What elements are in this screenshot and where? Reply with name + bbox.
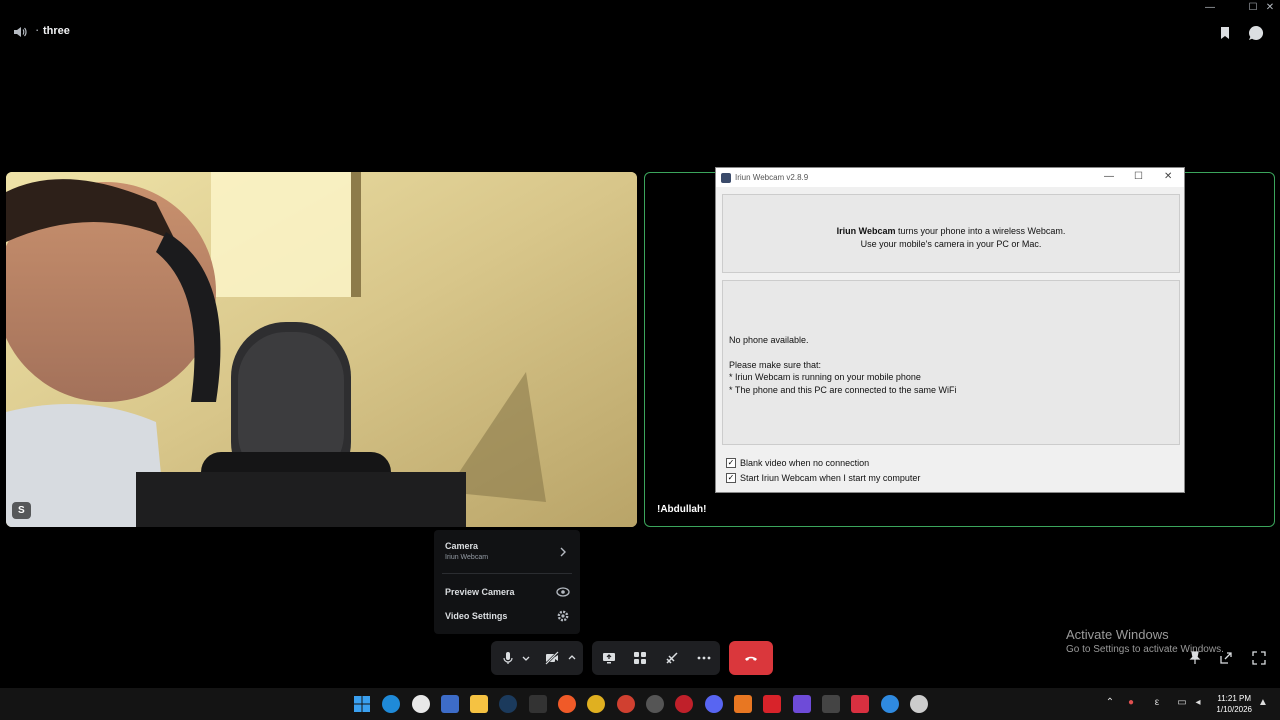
tile-label-remote: !Abdullah! (651, 501, 713, 518)
chrome-alt-icon[interactable] (617, 695, 635, 713)
bookmark-icon[interactable] (1216, 24, 1234, 42)
microphone-icon[interactable] (500, 650, 516, 666)
iriun-minimize-icon[interactable]: — (1104, 171, 1114, 182)
eye-icon[interactable] (556, 585, 570, 599)
tray-clock[interactable]: 11:21 PM 1/10/2026 (1216, 693, 1252, 715)
iriun-bullet-2: * The phone and this PC are connected to… (729, 384, 957, 395)
tray-date: 1/10/2026 (1216, 705, 1252, 714)
maximize-icon[interactable]: ☐ (1246, 2, 1260, 14)
start-on-boot-option[interactable]: ✓ Start Iriun Webcam when I start my com… (726, 473, 920, 483)
channel-dot: · (35, 22, 40, 37)
chat-icon[interactable] (1247, 24, 1265, 42)
start-on-boot-checkbox[interactable]: ✓ (726, 473, 736, 483)
close-icon[interactable]: ✕ (1263, 2, 1277, 14)
phone-hangup-icon (745, 656, 757, 661)
app-icon-purple[interactable] (793, 695, 811, 713)
tile-label-self: S (12, 502, 31, 519)
tray-volume-icon[interactable]: ◂ (1191, 697, 1205, 711)
discord-icon[interactable] (705, 695, 723, 713)
iriun-intro-line2: Use your mobile's camera in your PC or M… (860, 239, 1042, 249)
iriun-taskbar-icon[interactable] (910, 695, 928, 713)
camera-popup-menu: Camera Iriun Webcam Preview Camera Video… (434, 530, 580, 634)
iriun-maximize-icon[interactable]: ☐ (1134, 171, 1143, 182)
channel-name[interactable]: three (43, 25, 70, 37)
file-explorer-icon[interactable] (470, 695, 488, 713)
opera-icon[interactable] (675, 695, 693, 713)
iriun-window-title: Iriun Webcam v2.8.9 (735, 173, 809, 182)
video-tile-self[interactable]: S (6, 172, 637, 527)
gear-icon[interactable] (556, 609, 570, 623)
chevron-right-icon[interactable] (556, 545, 570, 559)
app-icon-dark[interactable] (822, 695, 840, 713)
disconnect-button[interactable] (729, 641, 773, 675)
iriun-intro-text: turns your phone into a wireless Webcam. (895, 226, 1066, 236)
app-icon-crimson[interactable] (851, 695, 869, 713)
iriun-webcam-window: Iriun Webcam v2.8.9 — ☐ ✕ Iriun Webcam t… (715, 167, 1185, 493)
app-icon-red[interactable] (763, 695, 781, 713)
iriun-brand: Iriun Webcam (836, 226, 896, 236)
camera-off-icon[interactable] (544, 650, 560, 666)
chrome-icon[interactable] (587, 695, 605, 713)
windows-taskbar: ⌃ ● ε ▭ ◂ 11:21 PM 1/10/2026 ▲ (0, 688, 1280, 720)
screen-share-icon[interactable] (601, 650, 617, 666)
steam-icon[interactable] (499, 695, 517, 713)
iriun-status-panel: No phone available. Please make sure tha… (722, 280, 1180, 445)
app-icon-blue[interactable] (881, 695, 899, 713)
iriun-close-icon[interactable]: ✕ (1164, 171, 1172, 182)
notifications-icon[interactable]: ▲ (1256, 697, 1270, 711)
call-header: · three — ☐ ✕ (0, 0, 1280, 64)
av-controls (491, 641, 583, 675)
camera-menu-item[interactable]: Camera (445, 541, 478, 551)
activate-windows-title: Activate Windows (1066, 627, 1169, 642)
soundboard-icon[interactable] (664, 650, 680, 666)
tray-network-icon[interactable]: ▭ (1175, 697, 1189, 711)
app-icon-a[interactable] (734, 695, 752, 713)
tray-time: 11:21 PM (1217, 694, 1252, 703)
more-options-icon[interactable] (696, 650, 712, 666)
menu-divider (442, 573, 572, 574)
preview-camera-item[interactable]: Preview Camera (445, 587, 515, 597)
pin-icon[interactable] (1187, 650, 1203, 666)
speaker-icon (14, 27, 27, 37)
iriun-bullet-1: * Iriun Webcam is running on your mobile… (729, 372, 921, 382)
iriun-intro-panel: Iriun Webcam turns your phone into a wir… (722, 194, 1180, 273)
iriun-make-sure: Please make sure that: (729, 359, 822, 370)
start-on-boot-label: Start Iriun Webcam when I start my compu… (740, 473, 921, 483)
fullscreen-icon[interactable] (1251, 650, 1267, 666)
app-icon-orange[interactable] (558, 695, 576, 713)
edge-icon[interactable] (382, 695, 400, 713)
webcam-feed (6, 172, 637, 527)
tray-overflow-icon[interactable]: ⌃ (1103, 697, 1117, 711)
blank-video-label: Blank video when no connection (740, 458, 870, 468)
iriun-status: No phone available. (729, 335, 809, 345)
blank-video-option[interactable]: ✓ Blank video when no connection (726, 458, 869, 468)
blank-video-checkbox[interactable]: ✓ (726, 458, 736, 468)
iriun-titlebar: Iriun Webcam v2.8.9 — ☐ ✕ (716, 168, 1184, 187)
tray-language[interactable]: ε (1150, 697, 1164, 711)
tray-mic-icon[interactable]: ● (1124, 697, 1138, 711)
app-icon-gray[interactable] (646, 695, 664, 713)
activity-controls (592, 641, 720, 675)
iriun-logo-icon (721, 172, 731, 183)
store-icon[interactable] (441, 695, 459, 713)
steam-overlay-icon[interactable] (412, 695, 430, 713)
video-settings-item[interactable]: Video Settings (445, 611, 507, 621)
popout-icon[interactable] (1218, 650, 1234, 666)
camera-options-chevron-icon[interactable] (566, 650, 578, 666)
windows-start-icon[interactable] (353, 695, 371, 713)
mic-options-chevron-icon[interactable] (520, 650, 532, 666)
camera-current-value: Iriun Webcam (445, 554, 489, 561)
minimize-icon[interactable]: — (1203, 2, 1217, 14)
call-window: · three — ☐ ✕ S !Abdullah! Iriun Webcam … (0, 0, 1280, 688)
epic-games-icon[interactable] (529, 695, 547, 713)
activities-icon[interactable] (632, 650, 648, 666)
